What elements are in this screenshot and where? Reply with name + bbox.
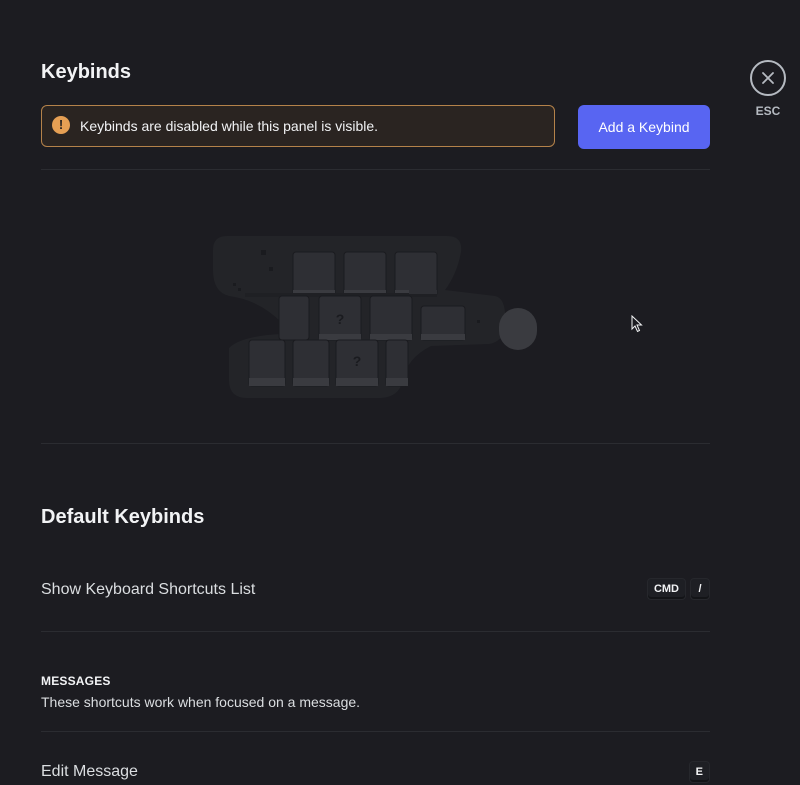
empty-keyboard-illustration: ? ? — [213, 236, 537, 398]
warning-icon: ! — [52, 115, 70, 134]
mouse-cursor-icon — [631, 315, 643, 333]
divider — [41, 443, 710, 444]
keybind-keys: CMD / — [646, 578, 710, 600]
keybind-action-label: Show Keyboard Shortcuts List — [41, 581, 256, 598]
divider — [41, 731, 710, 732]
close-icon — [762, 72, 774, 84]
close-control: ESC — [750, 60, 786, 118]
keybinds-disabled-notice: ! Keybinds are disabled while this panel… — [41, 105, 555, 147]
key-cap: CMD — [646, 578, 686, 600]
add-keybind-button[interactable]: Add a Keybind — [578, 105, 710, 149]
key-cap: E — [688, 761, 710, 783]
keybind-action-label: Edit Message — [41, 763, 138, 780]
keybinds-settings-page: Keybinds ! Keybinds are disabled while t… — [0, 0, 800, 785]
divider — [41, 169, 710, 170]
close-button[interactable] — [750, 60, 786, 96]
page-title: Keybinds — [41, 61, 132, 83]
messages-heading: MESSAGES — [41, 674, 111, 688]
esc-label: ESC — [755, 104, 781, 118]
key-cap: / — [690, 578, 710, 600]
keybind-keys: E — [688, 761, 710, 783]
notice-text: Keybinds are disabled while this panel i… — [80, 118, 379, 134]
default-keybinds-title: Default Keybinds — [41, 506, 205, 528]
messages-description: These shortcuts work when focused on a m… — [41, 694, 361, 710]
divider — [41, 631, 710, 632]
svg-text:?: ? — [353, 353, 362, 369]
svg-text:?: ? — [336, 311, 345, 327]
